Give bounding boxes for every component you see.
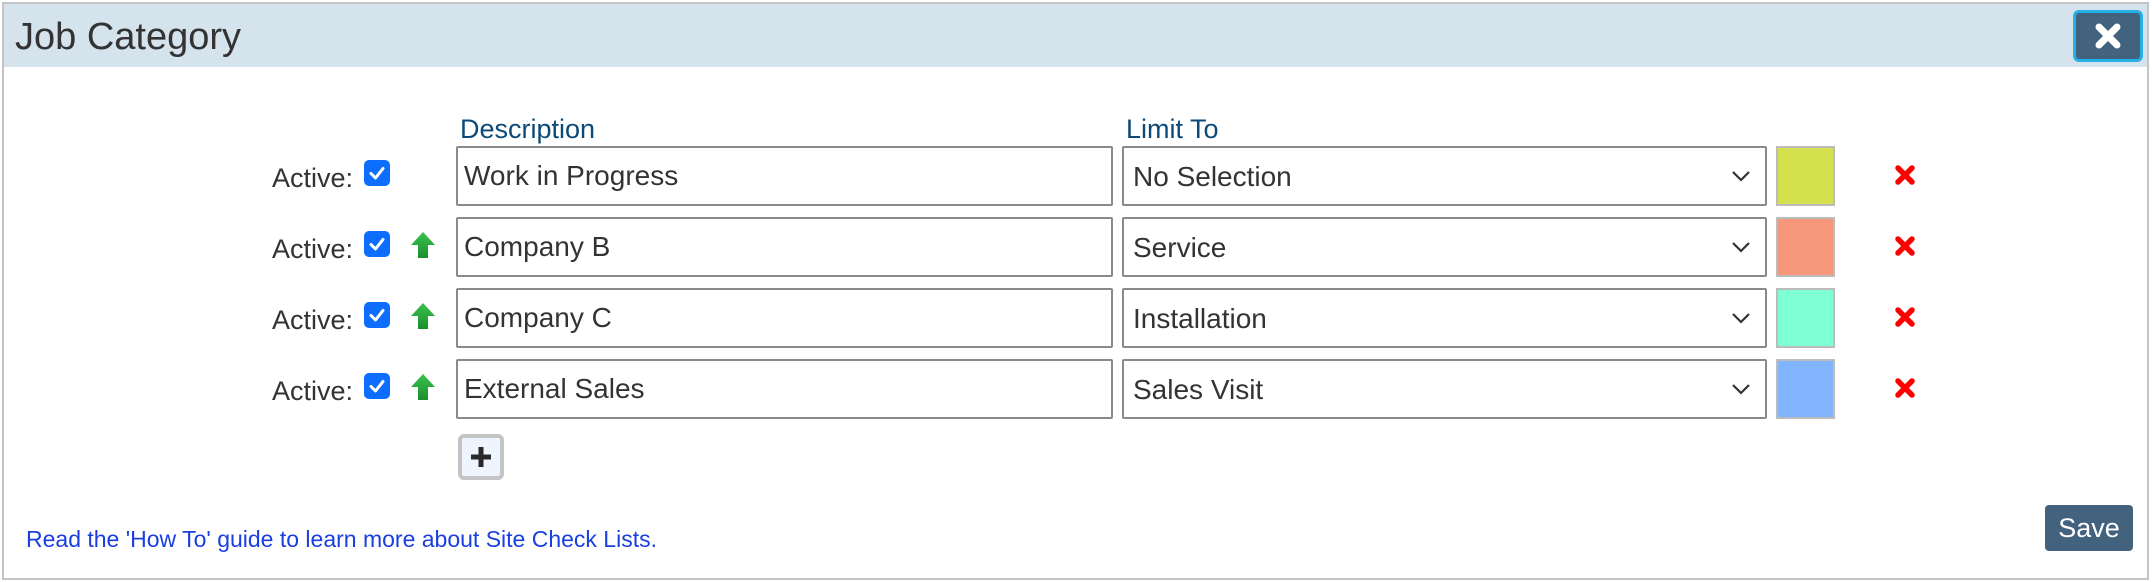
limit-to-column-header: Limit To bbox=[1126, 114, 1219, 144]
limit-to-select[interactable]: Installation bbox=[1122, 288, 1767, 348]
delete-icon[interactable] bbox=[1894, 164, 1916, 186]
how-to-guide-link[interactable]: Read the 'How To' guide to learn more ab… bbox=[26, 525, 657, 553]
limit-to-select[interactable]: Service bbox=[1122, 217, 1767, 277]
active-checkbox[interactable] bbox=[364, 231, 390, 257]
color-swatch[interactable] bbox=[1776, 217, 1835, 277]
checkmark-icon bbox=[369, 380, 385, 393]
move-up-arrow-icon[interactable] bbox=[410, 373, 436, 401]
active-checkbox[interactable] bbox=[364, 160, 390, 186]
close-icon bbox=[2095, 23, 2121, 49]
description-input[interactable] bbox=[456, 359, 1113, 419]
active-label: Active: bbox=[272, 163, 354, 193]
category-row: Active: Sales Visit bbox=[4, 359, 2147, 419]
active-label: Active: bbox=[272, 305, 354, 335]
move-up-arrow-icon[interactable] bbox=[410, 302, 436, 330]
limit-to-select[interactable]: No Selection bbox=[1122, 146, 1767, 206]
checkmark-icon bbox=[369, 167, 385, 180]
active-checkbox[interactable] bbox=[364, 302, 390, 328]
checkmark-icon bbox=[369, 309, 385, 322]
chevron-down-icon bbox=[1732, 313, 1750, 324]
chevron-down-icon bbox=[1732, 242, 1750, 253]
checkmark-icon bbox=[369, 238, 385, 251]
chevron-down-icon bbox=[1732, 171, 1750, 182]
active-label: Active: bbox=[272, 234, 354, 264]
category-row: Active: Service bbox=[4, 217, 2147, 277]
add-row-button[interactable] bbox=[458, 434, 504, 480]
description-column-header: Description bbox=[460, 114, 596, 144]
limit-to-value: Sales Visit bbox=[1133, 374, 1264, 405]
move-up-arrow-icon[interactable] bbox=[410, 231, 436, 259]
dialog-titlebar: Job Category bbox=[4, 4, 2147, 67]
delete-icon[interactable] bbox=[1894, 235, 1916, 257]
color-swatch[interactable] bbox=[1776, 359, 1835, 419]
limit-to-value: Installation bbox=[1133, 303, 1267, 334]
color-swatch[interactable] bbox=[1776, 146, 1835, 206]
limit-to-select[interactable]: Sales Visit bbox=[1122, 359, 1767, 419]
category-row: Active: No Selection bbox=[4, 146, 2147, 206]
plus-icon bbox=[471, 447, 491, 467]
delete-icon[interactable] bbox=[1894, 306, 1916, 328]
delete-icon[interactable] bbox=[1894, 377, 1916, 399]
description-input[interactable] bbox=[456, 146, 1113, 206]
active-checkbox[interactable] bbox=[364, 373, 390, 399]
description-input[interactable] bbox=[456, 217, 1113, 277]
limit-to-value: No Selection bbox=[1133, 161, 1292, 192]
save-button[interactable]: Save bbox=[2045, 505, 2133, 551]
job-category-dialog: Job Category Description Limit To Active… bbox=[2, 2, 2149, 580]
category-row: Active: Installation bbox=[4, 288, 2147, 348]
description-input[interactable] bbox=[456, 288, 1113, 348]
active-label: Active: bbox=[272, 376, 354, 406]
color-swatch[interactable] bbox=[1776, 288, 1835, 348]
limit-to-value: Service bbox=[1133, 232, 1227, 263]
chevron-down-icon bbox=[1732, 384, 1750, 395]
close-button[interactable] bbox=[2073, 10, 2143, 62]
dialog-title: Job Category bbox=[15, 16, 242, 58]
